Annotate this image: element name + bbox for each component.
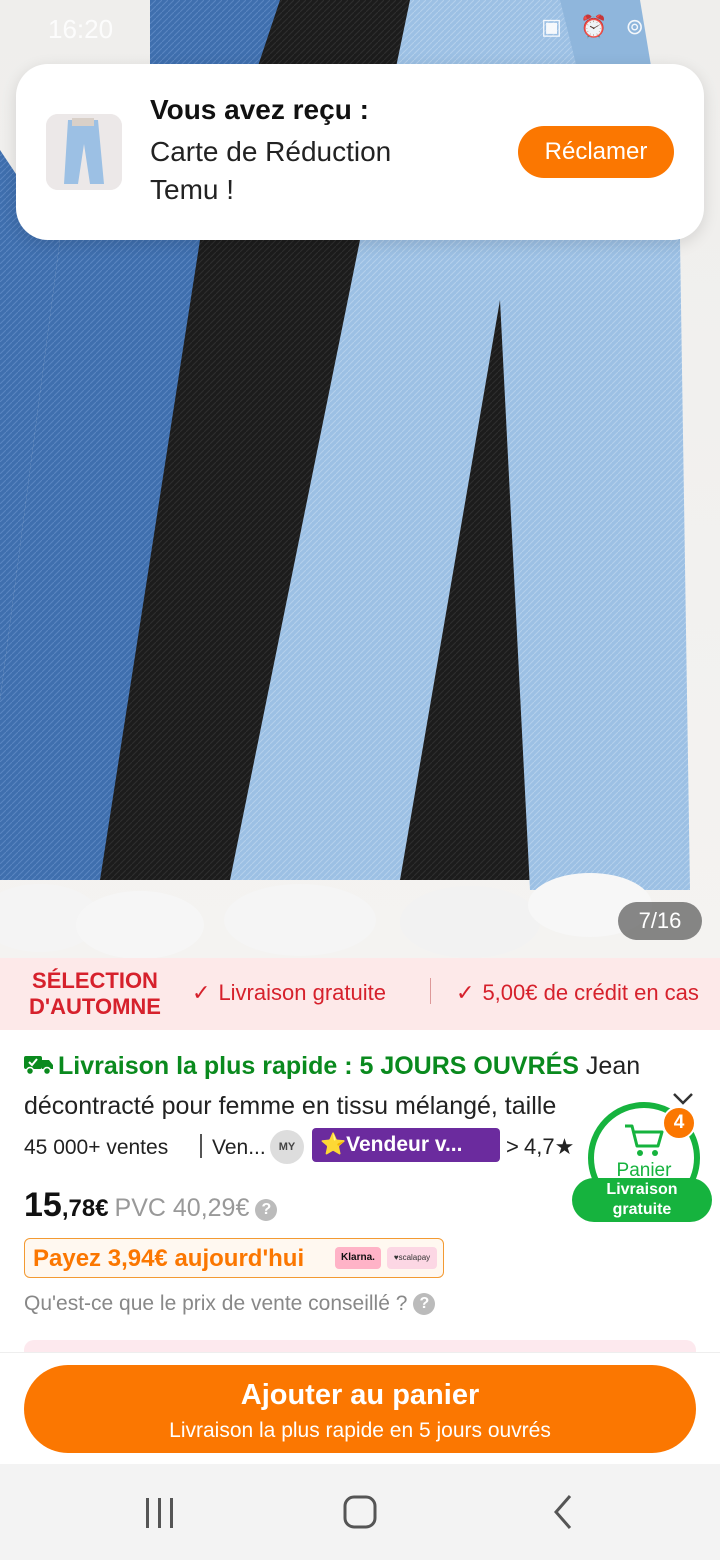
check-icon: ✓: [456, 980, 475, 1005]
status-time: 16:20: [48, 14, 114, 44]
status-icons: ▣ ⏰ ⊚: [541, 14, 650, 39]
product-stats: 45 000+ ventes Ven... MY ⭐Vendeur v... >: [24, 1128, 584, 1168]
seller-logo[interactable]: MY: [270, 1130, 304, 1164]
klarna-logo: Klarna.: [335, 1247, 381, 1269]
fast-delivery-label: Livraison la plus rapide : 5 JOURS OUVRÉ…: [58, 1052, 579, 1080]
recent-apps-icon[interactable]: [130, 1486, 190, 1538]
status-bar: 16:20 ▣ ⏰ ⊚: [0, 0, 720, 56]
add-to-cart-sublabel: Livraison la plus rapide en 5 jours ouvr…: [169, 1419, 551, 1442]
cart-free-shipping-badge: Livraison gratuite: [572, 1178, 712, 1222]
notification-text: Temu !: [150, 174, 235, 205]
bottom-action-bar: Ajouter au panier Livraison la plus rapi…: [0, 1352, 720, 1464]
help-icon: ?: [413, 1293, 436, 1315]
notification-title: Vous avez reçu :: [150, 94, 369, 125]
scalapay-logo: ♥scalapay: [387, 1247, 437, 1269]
add-to-cart-button[interactable]: Ajouter au panier Livraison la plus rapi…: [24, 1365, 696, 1453]
installment-offer[interactable]: Payez 3,94€ aujourd'hui Klarna. ♥scalapa…: [24, 1238, 444, 1278]
price-decimal: ,78€: [61, 1195, 109, 1222]
check-icon: ✓: [192, 980, 211, 1005]
image-counter: 7/16: [618, 902, 702, 940]
price-integer: 15: [24, 1186, 62, 1224]
pay-today-text: Payez 3,94€ aujourd'hui: [33, 1245, 305, 1272]
truck-icon: [24, 1056, 53, 1076]
back-icon[interactable]: [534, 1486, 594, 1538]
claim-button[interactable]: Réclamer: [518, 126, 674, 178]
seller-name[interactable]: Ven...: [212, 1136, 266, 1160]
add-to-cart-label: Ajouter au panier: [240, 1379, 480, 1411]
help-icon[interactable]: ?: [255, 1199, 278, 1221]
cart-count-badge: 4: [662, 1106, 696, 1140]
banner-free-delivery: ✓ Livraison gratuite: [192, 980, 386, 1005]
divider: [200, 1134, 202, 1158]
notification-thumbnail: [46, 114, 122, 190]
home-icon[interactable]: [330, 1486, 390, 1538]
autumn-tag: SÉLECTION D'AUTOMNE: [29, 968, 161, 1019]
seller-badge[interactable]: ⭐Vendeur v...: [312, 1128, 500, 1162]
autumn-selection-banner[interactable]: SÉLECTION D'AUTOMNE ✓ Livraison gratuite …: [0, 958, 720, 1030]
price-row: 15,78€ PVC 40,29€?: [24, 1186, 278, 1230]
sales-count: 45 000+ ventes: [24, 1136, 169, 1159]
discount-notification[interactable]: Vous avez reçu : Carte de Réduction Temu…: [16, 64, 704, 240]
cart-icon: [625, 1124, 664, 1156]
recommended-price: PVC 40,29€: [114, 1194, 250, 1222]
system-navigation-bar: [0, 1464, 720, 1560]
divider: [430, 978, 431, 1004]
notification-text: Carte de Réduction: [150, 136, 392, 167]
banner-credit: ✓ 5,00€ de crédit en cas: [456, 980, 699, 1005]
rrp-info-link[interactable]: Qu'est-ce que le prix de vente conseillé…: [24, 1292, 436, 1316]
product-rating[interactable]: 4,7★: [524, 1134, 574, 1160]
chevron-right-icon[interactable]: >: [506, 1134, 519, 1160]
